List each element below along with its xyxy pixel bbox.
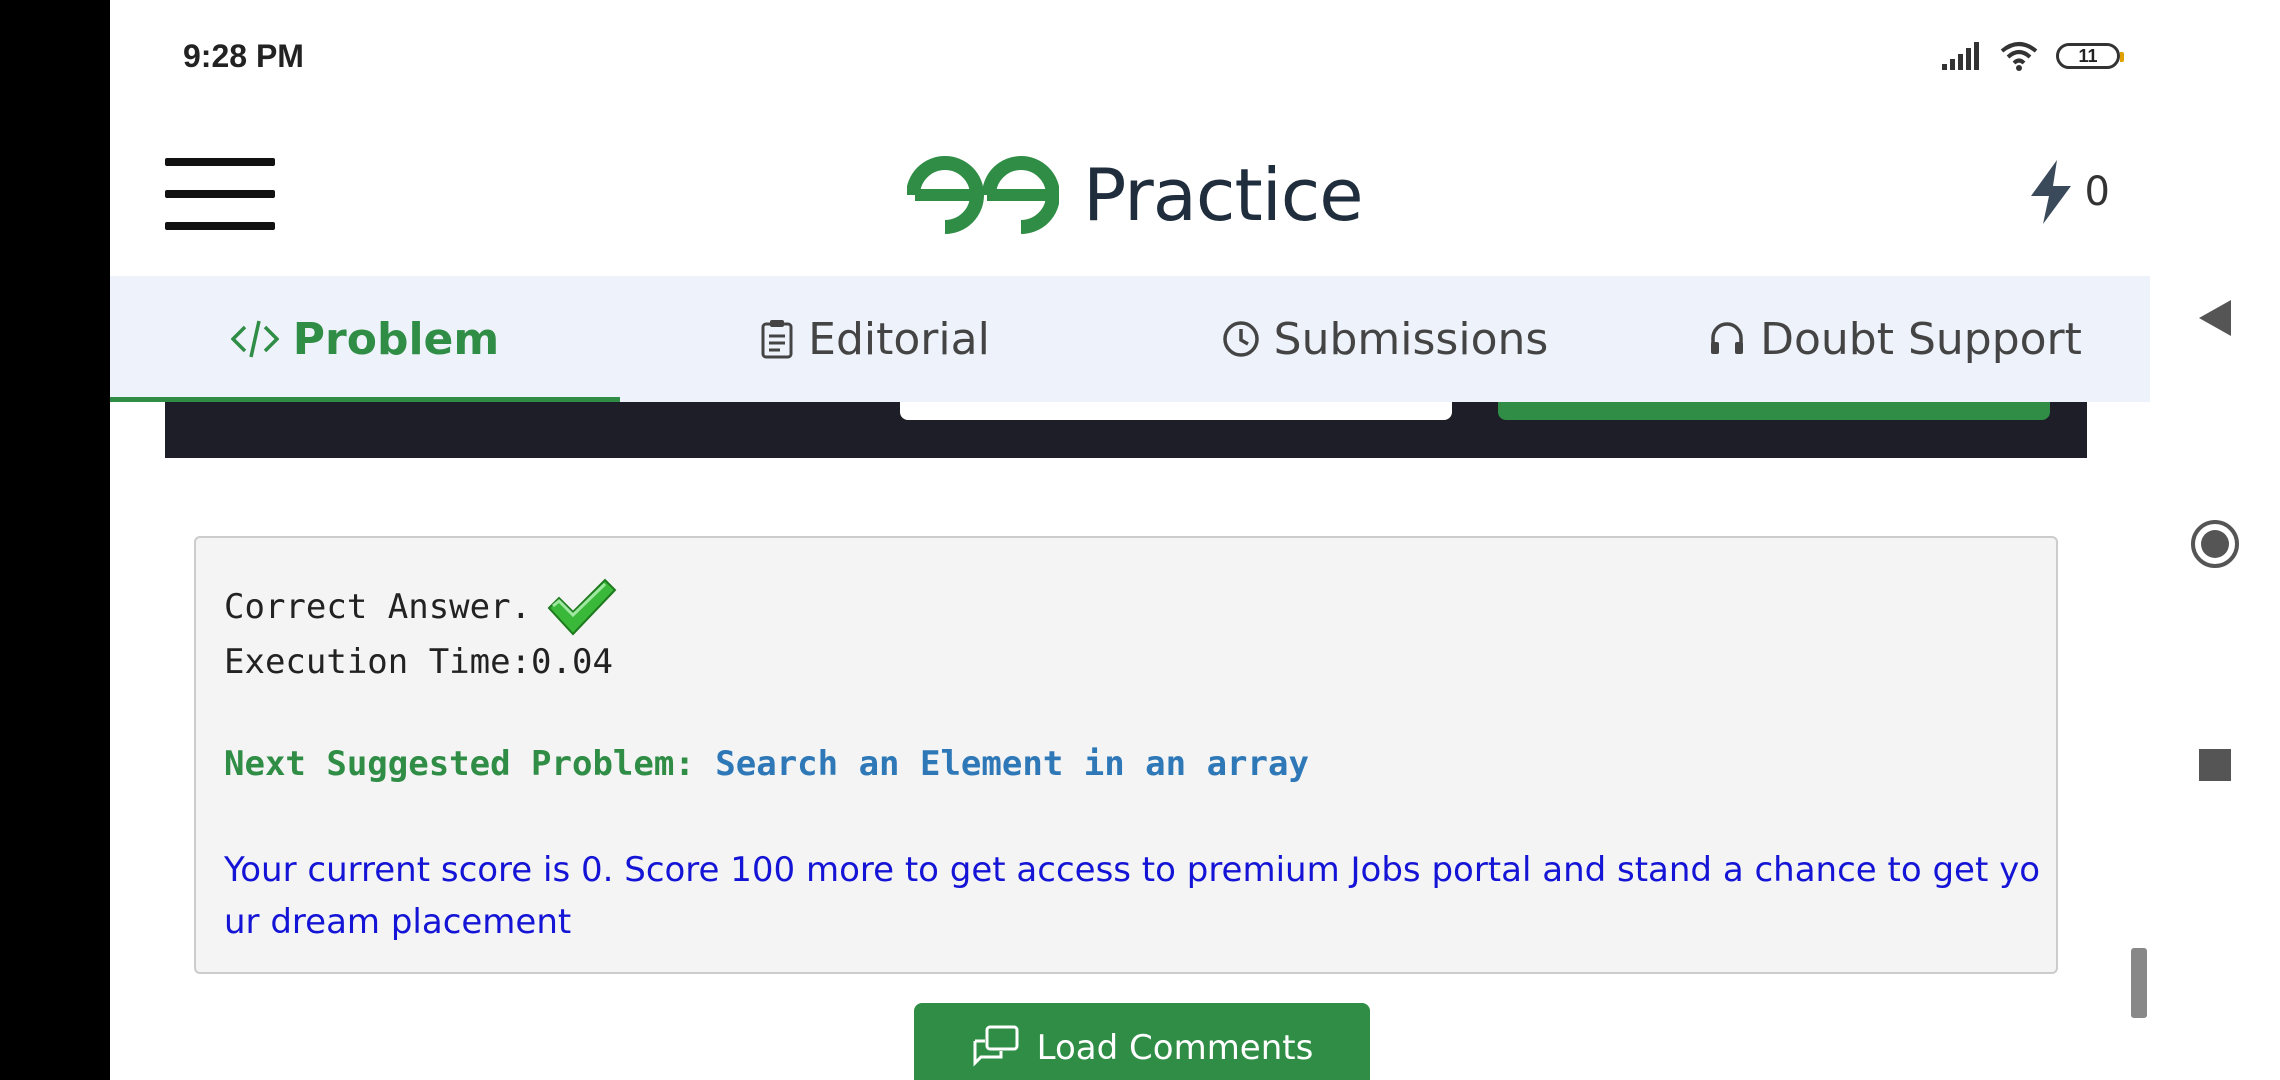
next-suggested-problem: Next Suggested Problem: Search an Elemen… [224,744,1309,784]
next-label: Next Suggested Problem: [224,744,695,784]
battery-icon: 11 [2056,43,2124,69]
language-select[interactable] [900,402,1452,420]
submit-button[interactable] [1498,402,2050,420]
back-triangle-icon [2199,300,2231,336]
tab-editorial[interactable]: Editorial [620,276,1130,402]
tab-label: Doubt Support [1760,313,2082,365]
document-icon [761,320,793,359]
scrollbar-thumb[interactable] [2131,948,2147,1018]
lightning-icon [2030,160,2071,224]
hamburger-line [165,190,275,198]
result-status-text: Correct Answer. [224,587,532,627]
editor-toolbar [165,402,2087,458]
load-comments-button[interactable]: Load Comments [914,1003,1370,1080]
app-screen: 9:28 PM 11 Practice 0 Problem Editorial … [110,0,2150,1080]
hamburger-line [165,222,275,230]
home-button[interactable] [2150,518,2280,570]
menu-button[interactable] [165,158,275,230]
headset-icon [1711,322,1744,354]
status-time: 9:28 PM [183,38,304,74]
comments-icon [973,1025,1019,1067]
score-message[interactable]: Your current score is 0. Score 100 more … [224,844,2044,948]
problem-tabs: Problem Editorial Submissions Doubt Supp… [110,276,2150,402]
gfg-practice-logo[interactable]: Practice [907,150,1364,240]
checkmark-icon [547,578,617,636]
tab-label: Editorial [808,313,990,365]
result-panel: Correct Answer. Execution Time:0.04 Next… [194,536,2058,974]
tab-problem[interactable]: Problem [110,276,620,402]
tab-label: Problem [292,313,500,365]
result-status: Correct Answer. [224,578,617,636]
streak-count: 0 [2084,169,2110,215]
gfg-logo-icon [907,156,1059,234]
hamburger-line [165,158,275,166]
back-button[interactable] [2150,298,2280,338]
tab-submissions[interactable]: Submissions [1130,276,1640,402]
load-comments-label: Load Comments [1036,1028,1314,1068]
system-nav-bar [2150,0,2280,1080]
signal-icon [1942,42,1979,70]
code-icon [230,320,279,358]
status-icons: 11 [1942,38,2124,74]
recents-button[interactable] [2150,748,2280,782]
wifi-icon [2000,42,2038,71]
tab-doubt-support[interactable]: Doubt Support [1640,276,2150,402]
execution-time: Execution Time:0.04 [224,642,613,682]
home-circle-icon [2191,520,2239,568]
streak-counter[interactable]: 0 [2027,160,2110,224]
tab-label: Submissions [1273,313,1549,365]
clock-icon [1222,321,1259,357]
logo-text: Practice [1083,153,1364,237]
recents-square-icon [2199,749,2231,781]
next-problem-link[interactable]: Search an Element in an array [715,744,1309,784]
